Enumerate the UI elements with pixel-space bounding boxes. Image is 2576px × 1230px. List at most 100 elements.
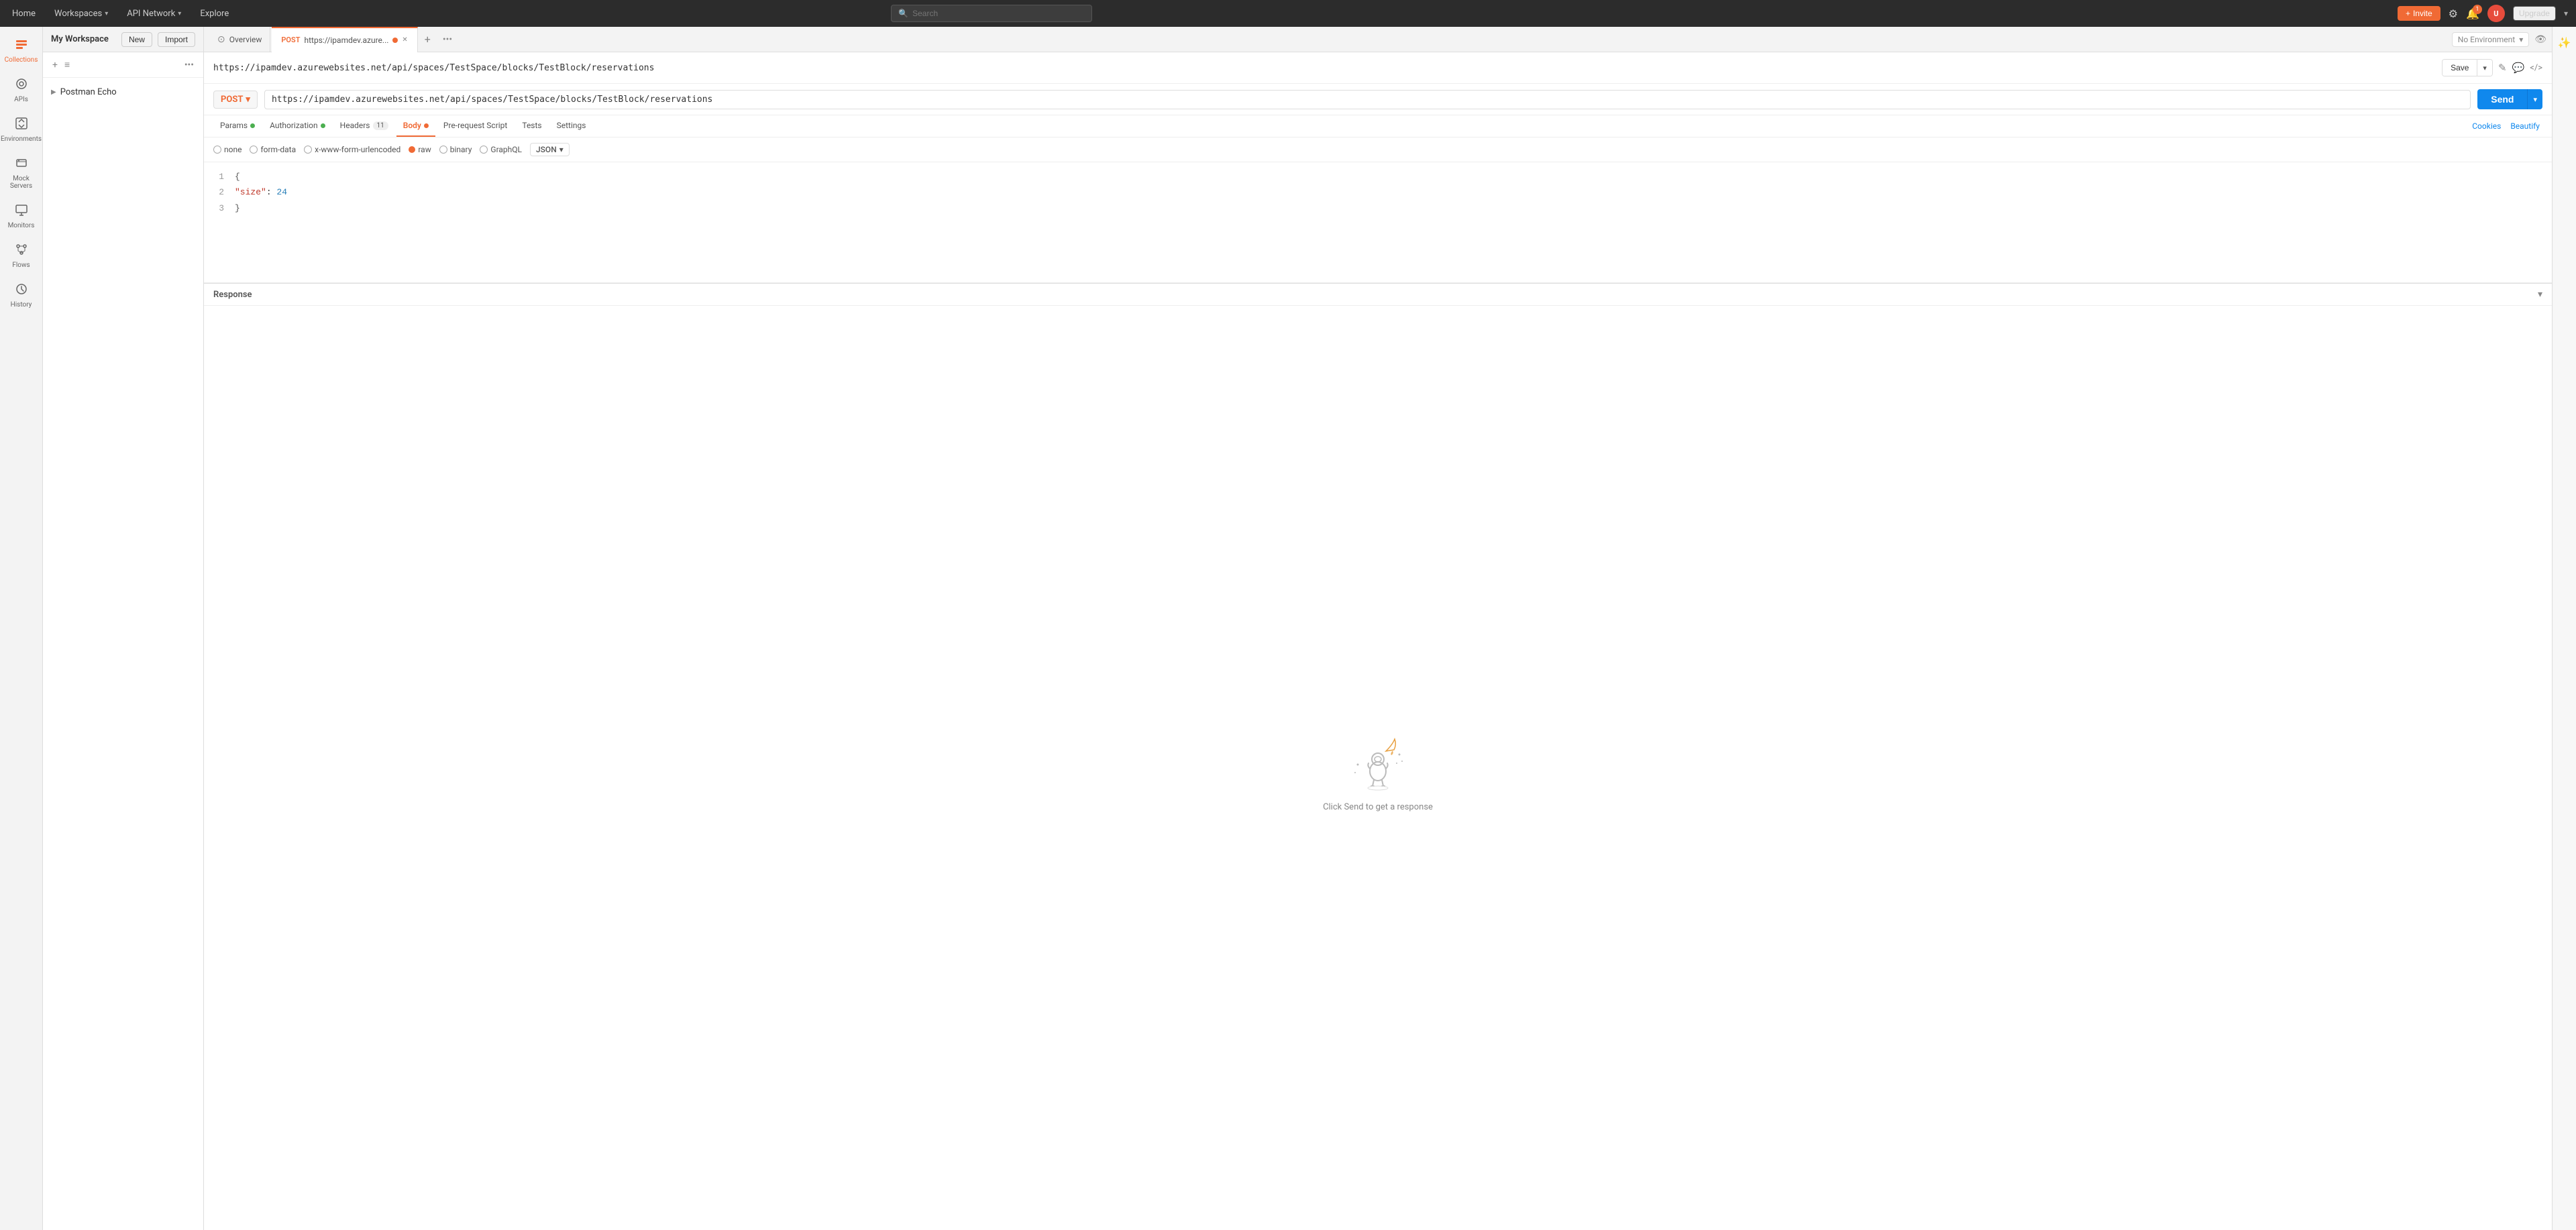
tab-authorization[interactable]: Authorization (263, 115, 332, 137)
body-type-graphql[interactable]: GraphQL (480, 145, 522, 154)
search-input[interactable] (912, 9, 1085, 18)
history-label: History (11, 301, 32, 309)
add-collection-button[interactable]: + (51, 58, 59, 72)
gear-icon: ⚙ (2449, 7, 2458, 20)
tab-method: POST (281, 36, 300, 44)
collection-item-postman-echo[interactable]: ▶ Postman Echo (43, 83, 203, 101)
sidebar-item-collections[interactable]: Collections (3, 32, 40, 69)
apis-icon (15, 77, 28, 94)
body-type-row: none form-data x-www-form-urlencoded raw… (204, 137, 2552, 162)
code-line-2: 2 "size": 24 (213, 184, 2542, 200)
body-type-urlencoded[interactable]: x-www-form-urlencoded (304, 145, 400, 154)
save-button-group: Save ▾ (2442, 59, 2493, 76)
nav-explore[interactable]: Explore (196, 6, 233, 21)
workspace-actions: New Import (121, 32, 195, 47)
code-content-2: "size": 24 (235, 184, 287, 200)
send-button[interactable]: Send (2477, 89, 2527, 109)
code-icon[interactable]: </> (2530, 63, 2542, 73)
eye-icon[interactable]: 👁 (2534, 34, 2546, 45)
body-type-binary[interactable]: binary (439, 145, 472, 154)
history-icon (15, 282, 28, 299)
overview-tab[interactable]: ⊙ Overview (209, 27, 270, 52)
tab-settings[interactable]: Settings (550, 115, 593, 137)
magic-wand-icon[interactable]: ✨ (2554, 32, 2575, 53)
new-button[interactable]: New (121, 32, 152, 47)
sidebar-item-environments[interactable]: Environments (3, 111, 40, 148)
sidebar-item-monitors[interactable]: Monitors (3, 198, 40, 235)
save-dropdown-button[interactable]: ▾ (2477, 60, 2492, 76)
tab-unsaved-dot (392, 38, 398, 43)
environments-label: Environments (1, 135, 42, 143)
params-label: Params (220, 121, 248, 130)
code-editor[interactable]: 1 { 2 "size": 24 3 } (204, 162, 2552, 283)
body-type-none[interactable]: none (213, 145, 241, 154)
url-input[interactable] (264, 90, 2471, 109)
sidebar-item-apis[interactable]: APIs (3, 72, 40, 109)
method-selector[interactable]: POST ▾ (213, 91, 258, 109)
request-tab-active[interactable]: POST https://ipamdev.azure... ✕ (272, 27, 417, 52)
tests-label: Tests (522, 121, 541, 130)
sidebar-item-mock-servers[interactable]: Mock Servers (3, 151, 40, 195)
avatar[interactable]: U (2487, 5, 2505, 22)
tab-pre-request[interactable]: Pre-request Script (437, 115, 514, 137)
headers-badge: 11 (373, 121, 388, 130)
upgrade-arrow[interactable]: ▾ (2564, 9, 2568, 18)
json-selector-arrow: ▾ (559, 145, 564, 154)
code-content-3: } (235, 201, 240, 216)
form-data-radio[interactable] (250, 146, 258, 154)
env-selector[interactable]: No Environment ▾ (2452, 32, 2529, 47)
tab-body[interactable]: Body (396, 115, 435, 137)
notification-button[interactable]: 🔔 1 (2466, 7, 2479, 20)
tab-tests[interactable]: Tests (515, 115, 548, 137)
search-bar: 🔍 (891, 5, 1092, 22)
code-content-1: { (235, 169, 240, 184)
overview-icon: ⊙ (217, 34, 225, 45)
line-number-2: 2 (213, 184, 224, 200)
add-tab-button[interactable]: + (419, 30, 436, 48)
filter-icon: ≡ (63, 58, 71, 72)
beautify-button[interactable]: Beautify (2508, 116, 2542, 136)
workspace-title: My Workspace (51, 34, 109, 44)
full-url-display: https://ipamdev.azurewebsites.net/api/sp… (213, 63, 2436, 73)
binary-radio[interactable] (439, 146, 447, 154)
tab-close-button[interactable]: ✕ (402, 36, 407, 44)
body-type-raw[interactable]: raw (409, 145, 431, 154)
nav-workspaces[interactable]: Workspaces ▾ (50, 6, 112, 21)
comment-icon[interactable]: 💬 (2512, 62, 2525, 74)
body-type-form-data[interactable]: form-data (250, 145, 296, 154)
raw-radio-selected[interactable] (409, 146, 415, 153)
body-dot (424, 123, 429, 128)
tab-url: https://ipamdev.azure... (305, 36, 389, 45)
tab-params[interactable]: Params (213, 115, 262, 137)
json-format-selector[interactable]: JSON ▾ (530, 143, 570, 156)
more-options-icon[interactable]: ••• (183, 58, 195, 72)
save-button[interactable]: Save (2443, 60, 2477, 76)
auth-dot (321, 123, 325, 128)
invite-button[interactable]: + Invite (2398, 6, 2440, 21)
right-sidebar: ✨ (2552, 27, 2576, 1230)
response-collapse-button[interactable]: ▾ (2538, 289, 2542, 300)
code-line-1: 1 { (213, 169, 2542, 184)
body-label: Body (403, 121, 421, 130)
none-radio[interactable] (213, 146, 221, 154)
urlencoded-radio[interactable] (304, 146, 312, 154)
settings-icon-button[interactable]: ⚙ (2449, 7, 2458, 20)
upgrade-button[interactable]: Upgrade (2513, 6, 2556, 21)
collections-icon (15, 38, 28, 54)
nav-api-network[interactable]: API Network ▾ (123, 6, 185, 21)
import-button[interactable]: Import (158, 32, 195, 47)
params-dot (250, 123, 255, 128)
sidebar-item-flows[interactable]: Flows (3, 237, 40, 274)
graphql-radio[interactable] (480, 146, 488, 154)
empty-response-text: Click Send to get a response (1323, 802, 1433, 812)
environments-icon (15, 117, 28, 133)
send-dropdown-button[interactable]: ▾ (2527, 89, 2542, 109)
tab-headers[interactable]: Headers 11 (333, 115, 395, 137)
tabs-more-button[interactable]: ••• (437, 32, 458, 48)
sidebar-item-history[interactable]: History (3, 277, 40, 314)
env-selector-label: No Environment (2458, 35, 2515, 44)
cookies-button[interactable]: Cookies (2469, 116, 2504, 136)
top-nav-right: + Invite ⚙ 🔔 1 U Upgrade ▾ (2398, 5, 2568, 22)
edit-icon[interactable]: ✎ (2498, 62, 2507, 74)
nav-home[interactable]: Home (8, 6, 40, 21)
